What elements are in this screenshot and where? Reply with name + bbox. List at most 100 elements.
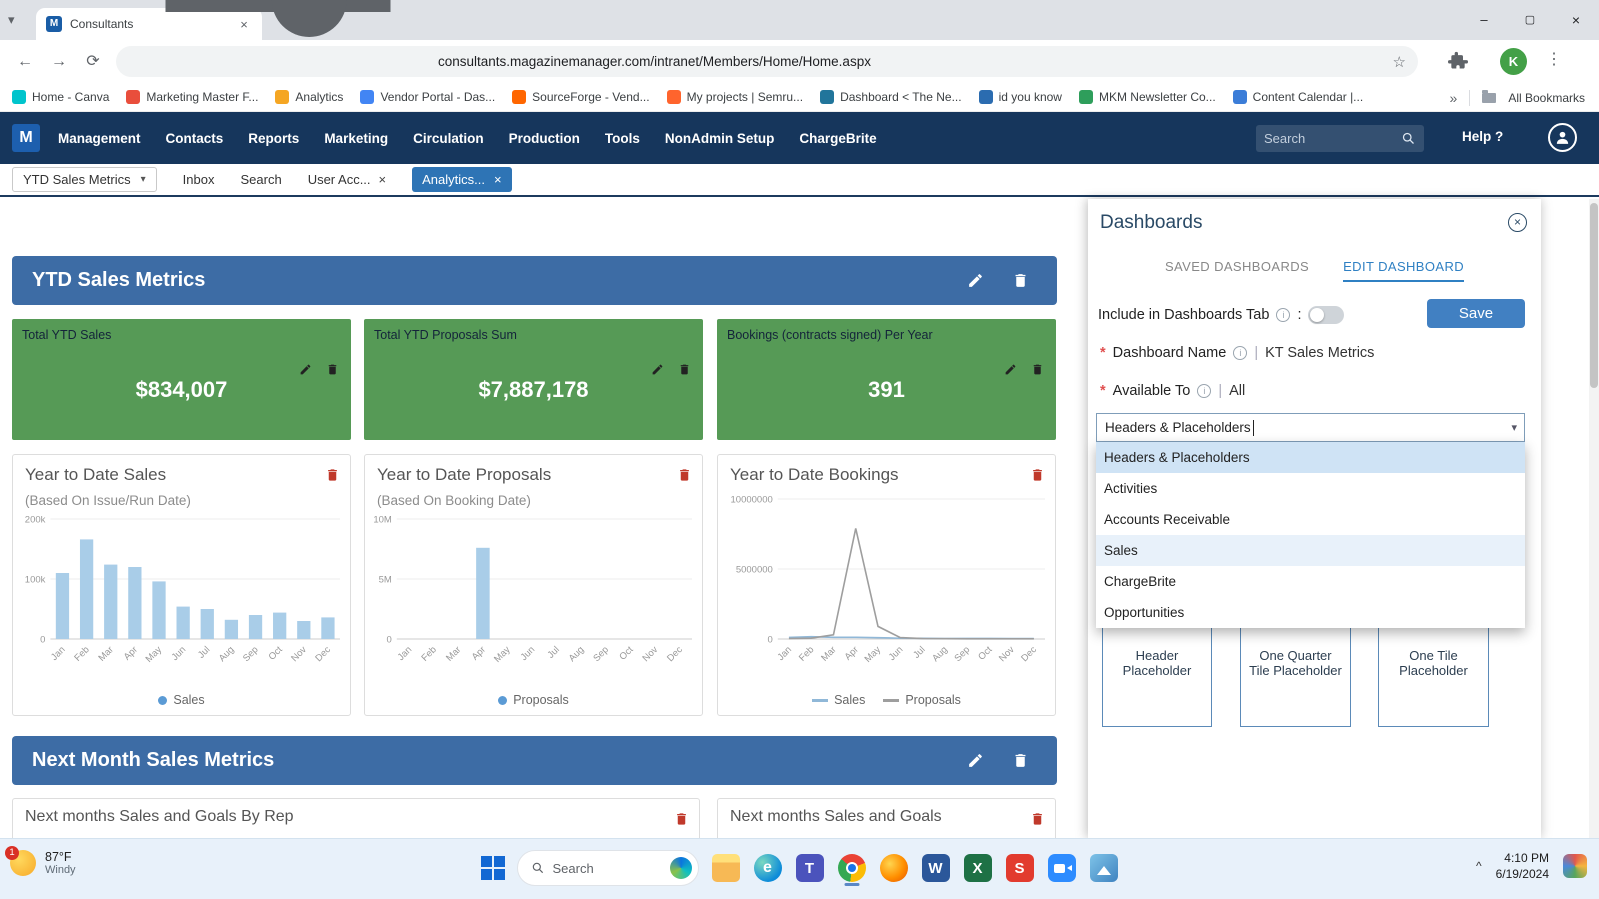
back-button[interactable]: ← [12, 49, 38, 75]
app-logo[interactable]: M [12, 124, 40, 152]
dashboard-selector-tab[interactable]: YTD Sales Metrics ▾ [12, 167, 157, 192]
taskbar-weather-widget[interactable]: 1 87°F Windy [10, 850, 76, 876]
delete-icon[interactable] [1030, 811, 1045, 827]
edit-icon[interactable] [967, 752, 984, 769]
bookmark-item[interactable]: Content Calendar |... [1233, 90, 1364, 104]
edit-icon[interactable] [1004, 363, 1017, 376]
nav-item[interactable]: Reports [248, 131, 299, 146]
include-toggle[interactable] [1308, 306, 1344, 324]
widget-category-select[interactable]: Headers & Placeholders ▾ [1096, 413, 1525, 442]
delete-icon[interactable] [326, 363, 339, 376]
dropdown-option-activities[interactable]: Activities [1096, 473, 1525, 504]
window-maximize-button[interactable]: ▢ [1507, 0, 1553, 40]
window-minimize-button[interactable]: – [1461, 0, 1507, 40]
window-close-button[interactable]: × [1553, 0, 1599, 40]
browser-profile-avatar[interactable]: K [1500, 48, 1527, 75]
dropdown-option-accounts-receivable[interactable]: Accounts Receivable [1096, 504, 1525, 535]
bookmarks-overflow-icon[interactable]: » [1450, 90, 1458, 106]
tab-close-icon[interactable]: × [494, 172, 502, 187]
info-icon[interactable]: i [1276, 308, 1290, 322]
available-to-value[interactable]: All [1229, 383, 1245, 399]
taskbar-clock[interactable]: 4:10 PM 6/19/2024 [1496, 850, 1549, 882]
delete-icon[interactable] [677, 467, 692, 483]
bookmark-item[interactable]: id you know [979, 90, 1062, 104]
forward-button[interactable]: → [46, 49, 72, 75]
delete-icon[interactable] [674, 811, 689, 827]
delete-icon[interactable] [1031, 363, 1044, 376]
app-search-input[interactable] [1264, 131, 1401, 146]
delete-icon[interactable] [1012, 272, 1029, 289]
legend-marker [812, 699, 828, 702]
panel-close-icon[interactable]: × [1508, 213, 1527, 232]
word-icon[interactable]: W [922, 854, 950, 882]
bookmark-item[interactable]: Vendor Portal - Das... [360, 90, 495, 104]
delete-icon[interactable] [678, 363, 691, 376]
firefox-icon[interactable] [880, 854, 908, 882]
tile-label: Total YTD Proposals Sum [374, 328, 517, 342]
extensions-icon[interactable] [1448, 51, 1468, 71]
url-bar[interactable]: consultants.magazinemanager.com/intranet… [116, 46, 1418, 77]
info-icon[interactable]: i [1233, 346, 1247, 360]
bookmark-item[interactable]: Marketing Master F... [126, 90, 258, 104]
taskbar-search[interactable]: Search [517, 850, 699, 886]
nav-item[interactable]: NonAdmin Setup [665, 131, 775, 146]
nav-item[interactable]: Contacts [166, 131, 224, 146]
url-text[interactable]: consultants.magazinemanager.com/intranet… [438, 54, 1383, 69]
bookmark-item[interactable]: Dashboard < The Ne... [820, 90, 962, 104]
tab-search-icon[interactable]: ▾ [8, 12, 15, 28]
delete-icon[interactable] [1030, 467, 1045, 483]
tab-saved-dashboards[interactable]: SAVED DASHBOARDS [1165, 259, 1309, 282]
app-search-box[interactable] [1256, 125, 1424, 152]
reload-button[interactable]: ⟳ [80, 49, 106, 75]
delete-icon[interactable] [325, 467, 340, 483]
save-button[interactable]: Save [1427, 299, 1525, 328]
tab-edit-dashboard[interactable]: EDIT DASHBOARD [1343, 259, 1464, 282]
edit-icon[interactable] [651, 363, 664, 376]
tab-user-acc[interactable]: User Acc... × [308, 172, 386, 187]
delete-icon[interactable] [1012, 752, 1029, 769]
tab-close-icon[interactable]: × [379, 172, 387, 187]
chrome-icon[interactable] [838, 854, 866, 882]
info-icon[interactable]: i [1197, 384, 1211, 398]
tab-analytics-active[interactable]: Analytics... × [412, 167, 511, 192]
bookmark-item[interactable]: Analytics [275, 90, 343, 104]
browser-menu-icon[interactable]: ⋮ [1544, 49, 1564, 69]
dropdown-option-sales[interactable]: Sales [1096, 535, 1525, 566]
help-link[interactable]: Help ? [1462, 129, 1503, 144]
user-profile-icon[interactable] [1548, 123, 1577, 152]
zoom-icon[interactable] [1048, 854, 1076, 882]
dropdown-option-chargebrite[interactable]: ChargeBrite [1096, 566, 1525, 597]
nav-item[interactable]: Tools [605, 131, 640, 146]
bookmark-item[interactable]: Home - Canva [12, 90, 109, 104]
s-app-icon[interactable]: S [1006, 854, 1034, 882]
bookmark-item[interactable]: My projects | Semru... [667, 90, 803, 104]
edge-icon[interactable]: e [754, 854, 782, 882]
nav-item[interactable]: Production [509, 131, 580, 146]
hidden-icons-chevron[interactable]: ^ [1476, 859, 1482, 873]
scrollbar-thumb[interactable] [1590, 203, 1598, 388]
dropdown-option-headers-placeholders[interactable]: Headers & Placeholders [1096, 442, 1525, 473]
dropdown-option-opportunities[interactable]: Opportunities [1096, 597, 1525, 628]
page-scrollbar[interactable] [1589, 199, 1599, 838]
start-button[interactable] [481, 856, 505, 880]
tab-inbox[interactable]: Inbox [183, 172, 215, 187]
all-bookmarks-label[interactable]: All Bookmarks [1508, 91, 1585, 105]
excel-icon[interactable]: X [964, 854, 992, 882]
tray-app-icon[interactable] [1563, 854, 1587, 878]
bookmark-star-icon[interactable]: ☆ [1393, 53, 1406, 71]
tab-search[interactable]: Search [240, 172, 281, 187]
nav-item[interactable]: Marketing [324, 131, 388, 146]
nav-item[interactable]: Circulation [413, 131, 484, 146]
photos-icon[interactable] [1090, 854, 1118, 882]
dashboard-name-value[interactable]: KT Sales Metrics [1265, 345, 1374, 361]
bookmark-item[interactable]: MKM Newsletter Co... [1079, 90, 1216, 104]
edit-icon[interactable] [299, 363, 312, 376]
bookmark-item[interactable]: SourceForge - Vend... [512, 90, 649, 104]
chevron-down-icon[interactable]: ▾ [1511, 421, 1517, 434]
nav-item[interactable]: Management [58, 131, 141, 146]
nav-item[interactable]: ChargeBrite [799, 131, 876, 146]
edit-icon[interactable] [967, 272, 984, 289]
search-icon[interactable] [1401, 131, 1416, 146]
teams-icon[interactable]: T [796, 854, 824, 882]
file-explorer-icon[interactable] [712, 854, 740, 882]
